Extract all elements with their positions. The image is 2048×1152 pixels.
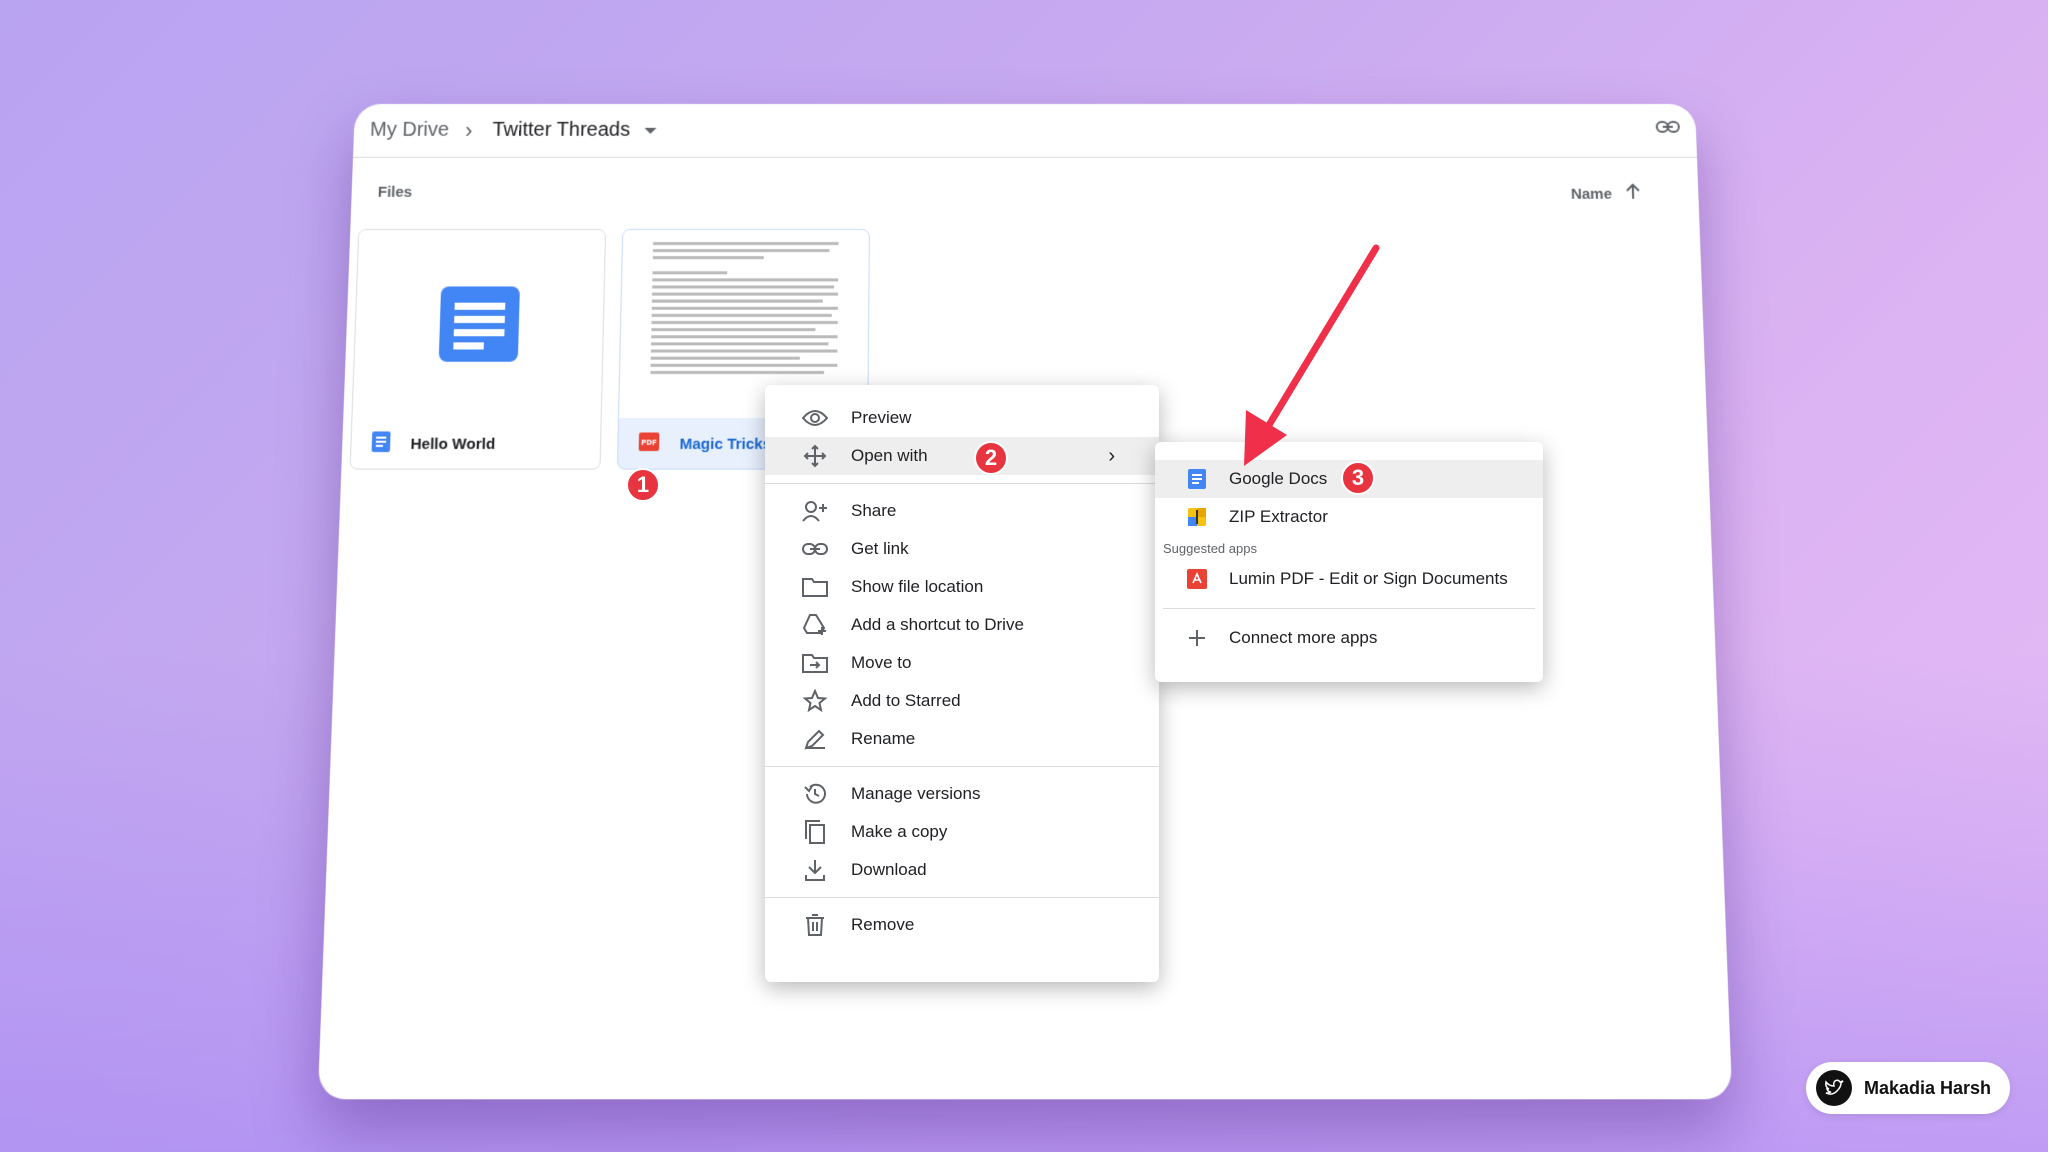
author-badge: Makadia Harsh <box>1806 1062 2010 1114</box>
bird-logo-icon <box>1816 1070 1852 1106</box>
author-name: Makadia Harsh <box>1864 1077 1992 1098</box>
annotation-arrow-icon <box>1244 244 1380 466</box>
